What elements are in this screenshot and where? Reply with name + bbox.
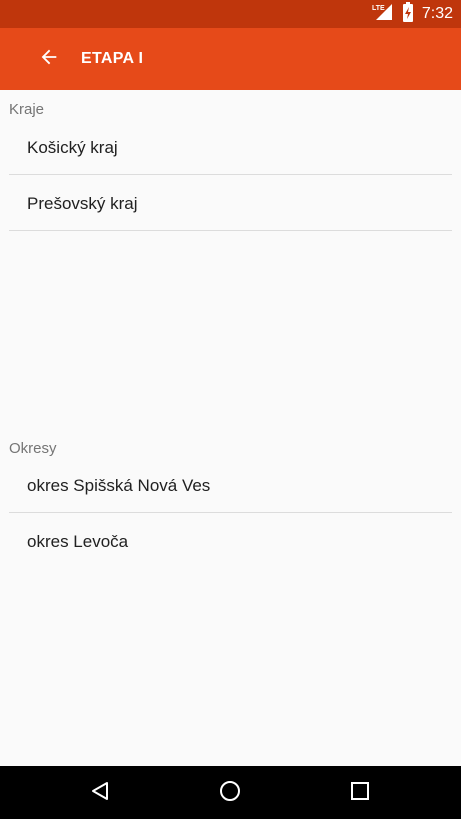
nav-back-button[interactable] — [82, 777, 118, 809]
nav-home-button[interactable] — [212, 777, 248, 809]
list-item-label: Prešovský kraj — [27, 194, 138, 213]
battery-charging-icon — [402, 1, 414, 27]
recents-square-icon — [350, 781, 370, 806]
list-item-okres-levoca[interactable]: okres Levoča — [9, 514, 452, 569]
back-button[interactable] — [26, 39, 72, 79]
list-item-label: Košický kraj — [27, 138, 118, 157]
status-time: 7:32 — [421, 5, 453, 22]
list-item-presovsky-kraj[interactable]: Prešovský kraj — [9, 176, 452, 231]
network-label: LTE — [372, 5, 385, 12]
lte-signal-icon: LTE — [372, 2, 394, 27]
list-item-okres-spisska-nova-ves[interactable]: okres Spišská Nová Ves — [9, 458, 452, 513]
list-item-kosicky-kraj[interactable]: Košický kraj — [9, 120, 452, 175]
app-bar: ETAPA I — [0, 28, 461, 90]
section-header-kraje: Kraje — [9, 101, 45, 118]
back-triangle-icon — [89, 780, 111, 807]
status-icons: LTE 7:32 — [372, 0, 453, 28]
section-header-okresy: Okresy — [9, 440, 57, 457]
navigation-bar — [0, 766, 461, 819]
main-content: Kraje Košický kraj Prešovský kraj Okresy… — [0, 90, 461, 766]
nav-recents-button[interactable] — [342, 777, 378, 809]
list-item-label: okres Levoča — [27, 532, 129, 551]
arrow-back-icon — [38, 46, 60, 73]
page-title: ETAPA I — [81, 50, 144, 67]
list-item-label: okres Spišská Nová Ves — [27, 476, 211, 495]
status-bar: LTE 7:32 — [0, 0, 461, 28]
home-circle-icon — [219, 780, 241, 807]
